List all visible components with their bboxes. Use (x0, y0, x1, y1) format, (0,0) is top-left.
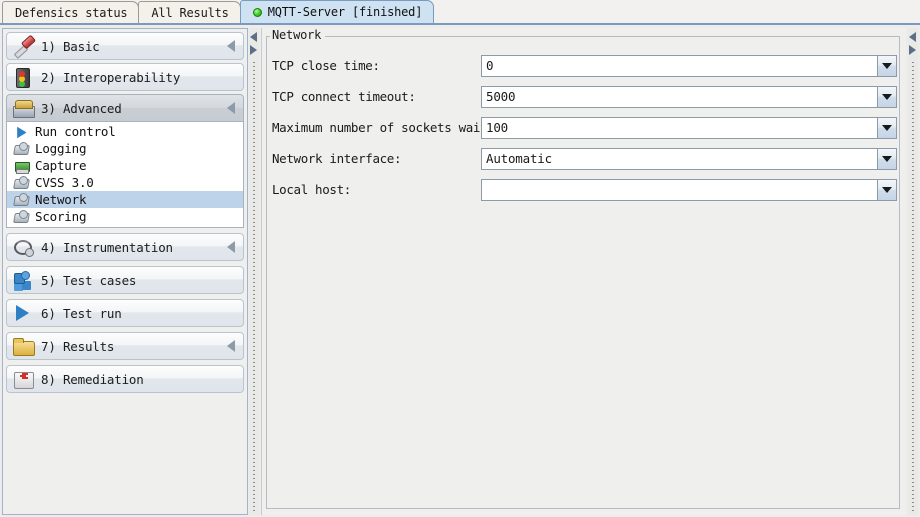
chevron-down-icon[interactable] (877, 118, 896, 138)
field-row-network-interface: Network interface: Automatic (267, 143, 899, 174)
sidebar-item-remediation[interactable]: 8) Remediation (6, 365, 244, 393)
sidebar-subitem-run-control[interactable]: Run control (7, 123, 243, 140)
field-label: TCP connect timeout: (267, 89, 481, 104)
sidebar-splitter[interactable] (249, 28, 259, 515)
traffic-light-icon (11, 66, 37, 88)
sidebar-subitem-capture[interactable]: Capture (7, 157, 243, 174)
subitem-label: Logging (35, 141, 86, 156)
field-label: Maximum number of sockets waiting: (267, 120, 481, 135)
splitter-grip[interactable] (253, 62, 255, 511)
expand-right-icon[interactable] (250, 45, 257, 55)
gear-icon (13, 192, 31, 207)
sidebar-item-label: 3) Advanced (41, 101, 122, 116)
collapse-left-icon[interactable] (250, 32, 257, 42)
chevron-left-icon[interactable] (227, 102, 235, 114)
collapse-left-icon[interactable] (909, 32, 916, 42)
tab-bar: Defensics status All Results MQTT-Server… (0, 0, 920, 25)
toolbox-icon (11, 97, 37, 119)
field-row-local-host: Local host: (267, 174, 899, 205)
play-icon (11, 302, 37, 324)
tab-defensics-status[interactable]: Defensics status (2, 1, 139, 23)
chevron-left-icon[interactable] (227, 40, 235, 52)
screwdriver-icon (11, 35, 37, 57)
network-interface-combobox[interactable]: Automatic (481, 148, 897, 170)
chevron-down-icon[interactable] (877, 87, 896, 107)
chevron-down-icon[interactable] (877, 56, 896, 76)
sidebar-item-instrumentation[interactable]: 4) Instrumentation (6, 233, 244, 261)
subitem-label: CVSS 3.0 (35, 175, 94, 190)
sidebar-item-label: 2) Interoperability (41, 70, 180, 85)
gear-icon (13, 209, 31, 224)
chevron-down-icon[interactable] (877, 180, 896, 200)
sidebar-subitem-logging[interactable]: Logging (7, 140, 243, 157)
chevron-left-icon[interactable] (227, 241, 235, 253)
combobox-value[interactable]: 100 (482, 120, 877, 135)
sidebar-item-interoperability[interactable]: 2) Interoperability (6, 63, 244, 91)
sidebar-item-label: 1) Basic (41, 39, 100, 54)
subitem-label: Run control (35, 124, 116, 139)
subitem-label: Capture (35, 158, 86, 173)
network-group-box: Network TCP close time: 0 TCP connect ti… (266, 36, 900, 509)
play-icon (13, 124, 31, 139)
chevron-left-icon[interactable] (227, 340, 235, 352)
subitem-label: Scoring (35, 209, 86, 224)
tab-strip: Defensics status All Results MQTT-Server… (0, 0, 920, 23)
sidebar-item-test-cases[interactable]: 5) Test cases (6, 266, 244, 294)
sidebar-item-label: 4) Instrumentation (41, 240, 173, 255)
tab-mqtt-server[interactable]: MQTT-Server [finished] (240, 0, 435, 23)
splitter-grip[interactable] (912, 62, 914, 511)
tcp-close-time-combobox[interactable]: 0 (481, 55, 897, 77)
sidebar-item-label: 8) Remediation (41, 372, 144, 387)
max-sockets-waiting-combobox[interactable]: 100 (481, 117, 897, 139)
stethoscope-icon (11, 236, 37, 258)
network-card-icon (13, 158, 31, 173)
field-row-max-sockets-waiting: Maximum number of sockets waiting: 100 (267, 112, 899, 143)
gear-icon (13, 141, 31, 156)
sidebar-item-label: 6) Test run (41, 306, 122, 321)
network-settings-form: TCP close time: 0 TCP connect timeout: 5… (267, 50, 899, 205)
tab-all-results[interactable]: All Results (138, 1, 240, 23)
combobox-value[interactable]: 0 (482, 58, 877, 73)
tab-label: All Results (151, 6, 228, 20)
tab-label: Defensics status (15, 6, 127, 20)
sidebar-subitem-network[interactable]: Network (7, 191, 243, 208)
sidebar-item-basic[interactable]: 1) Basic (6, 32, 244, 60)
settings-panel: Network TCP close time: 0 TCP connect ti… (261, 28, 906, 515)
group-border-right (324, 36, 899, 37)
field-row-tcp-close-time: TCP close time: 0 (267, 50, 899, 81)
navigation-sidebar: 1) Basic 2) Interoperability 3) Advanced… (2, 28, 248, 515)
sidebar-subitem-cvss[interactable]: CVSS 3.0 (7, 174, 243, 191)
group-title: Network (270, 28, 325, 42)
sidebar-item-label: 5) Test cases (41, 273, 136, 288)
gear-icon (13, 175, 31, 190)
puzzle-icon (11, 269, 37, 291)
tab-label: MQTT-Server [finished] (268, 5, 423, 19)
sidebar-item-advanced[interactable]: 3) Advanced (6, 94, 244, 122)
application-window: Defensics status All Results MQTT-Server… (0, 0, 920, 517)
field-label: TCP close time: (267, 58, 481, 73)
right-splitter[interactable] (908, 28, 918, 515)
local-host-combobox[interactable] (481, 179, 897, 201)
sidebar-item-results[interactable]: 7) Results (6, 332, 244, 360)
first-aid-box-icon (11, 368, 37, 390)
advanced-subitem-list: Run control Logging Capture CVSS 3.0 Net… (6, 122, 244, 228)
sidebar-item-label: 7) Results (41, 339, 114, 354)
combobox-value[interactable]: Automatic (482, 151, 877, 166)
expand-right-icon[interactable] (909, 45, 916, 55)
folder-icon (11, 335, 37, 357)
field-label: Local host: (267, 182, 481, 197)
sidebar-subitem-scoring[interactable]: Scoring (7, 208, 243, 225)
subitem-label: Network (35, 192, 86, 207)
green-status-dot-icon (253, 8, 262, 17)
combobox-value[interactable]: 5000 (482, 89, 877, 104)
sidebar-item-test-run[interactable]: 6) Test run (6, 299, 244, 327)
field-label: Network interface: (267, 151, 481, 166)
chevron-down-icon[interactable] (877, 149, 896, 169)
field-row-tcp-connect-timeout: TCP connect timeout: 5000 (267, 81, 899, 112)
tcp-connect-timeout-combobox[interactable]: 5000 (481, 86, 897, 108)
